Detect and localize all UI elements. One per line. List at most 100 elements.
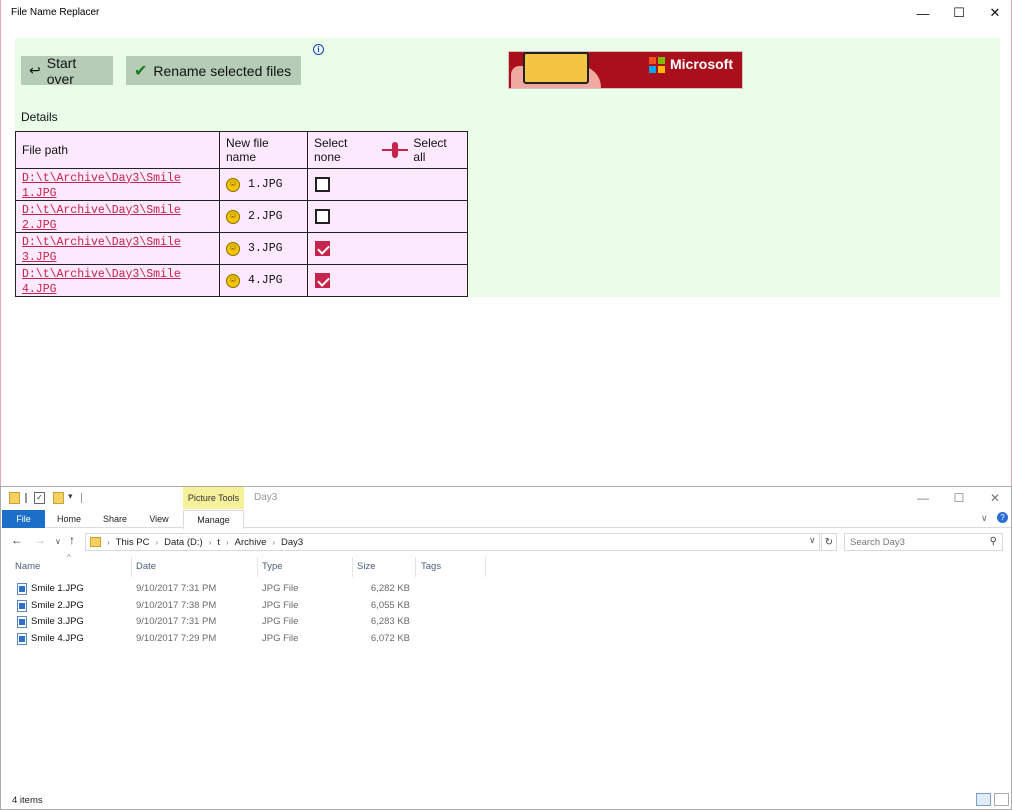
file-path-link[interactable]: D:\t\Archive\Day3\Smile 3.JPG bbox=[22, 236, 181, 264]
up-arrow-icon[interactable]: ↑ bbox=[69, 533, 75, 547]
select-all-toggle[interactable] bbox=[381, 142, 408, 158]
status-item-count: 4 items bbox=[12, 795, 43, 806]
list-item[interactable]: Smile 4.JPG 9/10/2017 7:29 PM JPG File 6… bbox=[15, 631, 435, 647]
table-row: D:\t\Archive\Day3\Smile 4.JPG ☺ 4.JPG bbox=[15, 264, 468, 297]
smiley-icon: ☺ bbox=[226, 209, 240, 224]
refresh-icon[interactable]: ↻ bbox=[821, 533, 837, 551]
table-row: D:\t\Archive\Day3\Smile 1.JPG ☺ 1.JPG bbox=[15, 168, 468, 201]
tablet-illustration bbox=[523, 52, 589, 84]
help-icon[interactable]: ? bbox=[997, 512, 1008, 523]
file-path-link[interactable]: D:\t\Archive\Day3\Smile 4.JPG bbox=[22, 268, 181, 296]
file-name: Smile 2.JPG bbox=[31, 600, 84, 611]
minimize-button[interactable]: — bbox=[905, 0, 941, 26]
breadcrumb-archive[interactable]: Archive bbox=[235, 537, 267, 548]
quick-access-divider bbox=[81, 493, 82, 503]
select-checkbox[interactable] bbox=[315, 177, 330, 193]
list-item[interactable]: Smile 2.JPG 9/10/2017 7:38 PM JPG File 6… bbox=[15, 598, 435, 614]
explorer-maximize-button[interactable]: ☐ bbox=[941, 487, 977, 509]
column-type-header[interactable]: Type bbox=[262, 561, 283, 572]
details-view-icon[interactable] bbox=[976, 793, 991, 806]
select-checkbox[interactable] bbox=[315, 241, 330, 257]
list-item[interactable]: Smile 3.JPG 9/10/2017 7:31 PM JPG File 6… bbox=[15, 614, 435, 630]
file-type: JPG File bbox=[262, 633, 299, 644]
column-name-header[interactable]: Name bbox=[15, 561, 40, 572]
start-over-label: Start over bbox=[46, 54, 77, 87]
tab-view[interactable]: View bbox=[139, 510, 179, 528]
explorer-minimize-button[interactable]: — bbox=[905, 487, 941, 509]
file-size: 6,283 KB bbox=[370, 616, 410, 627]
rename-selected-files-button[interactable]: ✔ Rename selected files bbox=[126, 56, 301, 85]
file-size: 6,055 KB bbox=[370, 600, 410, 611]
undo-icon: ↩ bbox=[29, 62, 41, 78]
navigation-bar: ← → ∨ ↑ › This PC › Data (D:) › t › Arch… bbox=[1, 531, 1011, 553]
details-table: File path New file name Select none Sele… bbox=[15, 131, 468, 297]
explorer-title: Day3 bbox=[254, 492, 278, 503]
search-input[interactable]: Search Day3 ⚲ bbox=[844, 533, 1003, 551]
new-file-name: 3.JPG bbox=[248, 242, 283, 255]
file-date: 9/10/2017 7:38 PM bbox=[136, 600, 217, 611]
ad-brand-text: Microsoft bbox=[670, 56, 733, 72]
customize-toolbar-icon[interactable]: ▾ bbox=[68, 491, 79, 503]
new-file-name: 4.JPG bbox=[248, 274, 283, 287]
file-name: Smile 1.JPG bbox=[31, 583, 84, 594]
recent-locations-icon[interactable]: ∨ bbox=[55, 537, 61, 546]
tab-share[interactable]: Share bbox=[95, 510, 135, 528]
smiley-icon: ☺ bbox=[226, 273, 240, 288]
file-type: JPG File bbox=[262, 583, 299, 594]
ribbon-tabs: File Home Share View Manage ∨ ? bbox=[1, 510, 1011, 529]
file-size: 6,282 KB bbox=[370, 583, 410, 594]
close-button[interactable]: ✕ bbox=[977, 0, 1012, 26]
select-all-label: Select all bbox=[413, 136, 447, 164]
forward-arrow-icon[interactable]: → bbox=[34, 533, 46, 547]
select-none-label: Select none bbox=[314, 136, 348, 164]
file-name: Smile 4.JPG bbox=[31, 633, 84, 644]
address-bar[interactable]: › This PC › Data (D:) › t › Archive › Da… bbox=[85, 533, 820, 551]
app-title: File Name Replacer bbox=[11, 7, 100, 18]
list-item[interactable]: Smile 1.JPG 9/10/2017 7:31 PM JPG File 6… bbox=[15, 581, 435, 597]
file-name-replacer-window: File Name Replacer — ☐ ✕ ↩ Start over ✔ … bbox=[0, 0, 1012, 486]
search-placeholder: Search Day3 bbox=[850, 536, 905, 548]
column-tags-header[interactable]: Tags bbox=[421, 561, 441, 572]
info-icon[interactable]: i bbox=[313, 44, 324, 55]
column-size-header[interactable]: Size bbox=[357, 561, 375, 572]
back-arrow-icon[interactable]: ← bbox=[11, 533, 23, 547]
new-file-name: 1.JPG bbox=[248, 178, 283, 191]
breadcrumb-day3[interactable]: Day3 bbox=[281, 537, 303, 548]
new-folder-icon[interactable] bbox=[53, 492, 64, 504]
breadcrumb-t[interactable]: t bbox=[217, 537, 220, 548]
ad-banner[interactable]: Microsoft bbox=[508, 51, 743, 89]
smiley-icon: ☺ bbox=[226, 241, 240, 256]
tab-home[interactable]: Home bbox=[49, 510, 89, 528]
table-header-row: File path New file name Select none Sele… bbox=[15, 131, 468, 169]
file-date: 9/10/2017 7:31 PM bbox=[136, 583, 217, 594]
app-titlebar: File Name Replacer — ☐ ✕ bbox=[1, 0, 1011, 26]
new-file-name-header: New file name bbox=[219, 131, 308, 169]
breadcrumb-this-pc[interactable]: This PC bbox=[116, 537, 150, 548]
file-path-link[interactable]: D:\t\Archive\Day3\Smile 1.JPG bbox=[22, 172, 181, 200]
image-file-icon bbox=[17, 583, 27, 595]
checkmark-icon: ✔ bbox=[134, 62, 148, 80]
smiley-icon: ☺ bbox=[226, 177, 240, 192]
table-row: D:\t\Archive\Day3\Smile 3.JPG ☺ 3.JPG bbox=[15, 232, 468, 265]
start-over-button[interactable]: ↩ Start over bbox=[21, 54, 113, 87]
search-icon[interactable]: ⚲ bbox=[990, 536, 997, 547]
quick-access-divider bbox=[25, 493, 27, 503]
image-file-icon bbox=[17, 616, 27, 628]
address-history-icon[interactable]: ∨ bbox=[809, 535, 816, 546]
tab-manage[interactable]: Manage bbox=[183, 510, 244, 529]
explorer-close-button[interactable]: ✕ bbox=[977, 487, 1012, 509]
image-file-icon bbox=[17, 600, 27, 612]
file-type: JPG File bbox=[262, 616, 299, 627]
select-checkbox[interactable] bbox=[315, 273, 330, 289]
maximize-button[interactable]: ☐ bbox=[941, 0, 977, 26]
properties-icon[interactable]: ✓ bbox=[34, 492, 45, 504]
breadcrumb-data-drive[interactable]: Data (D:) bbox=[164, 537, 203, 548]
select-header: Select none Select all bbox=[307, 131, 468, 169]
tab-file[interactable]: File bbox=[2, 510, 45, 528]
select-checkbox[interactable] bbox=[315, 209, 330, 225]
file-list-header: Name Date Type Size Tags bbox=[1, 555, 1011, 577]
large-icons-view-icon[interactable] bbox=[994, 793, 1009, 806]
file-path-link[interactable]: D:\t\Archive\Day3\Smile 2.JPG bbox=[22, 204, 181, 232]
expand-ribbon-icon[interactable]: ∨ bbox=[981, 513, 988, 524]
column-date-header[interactable]: Date bbox=[136, 561, 156, 572]
